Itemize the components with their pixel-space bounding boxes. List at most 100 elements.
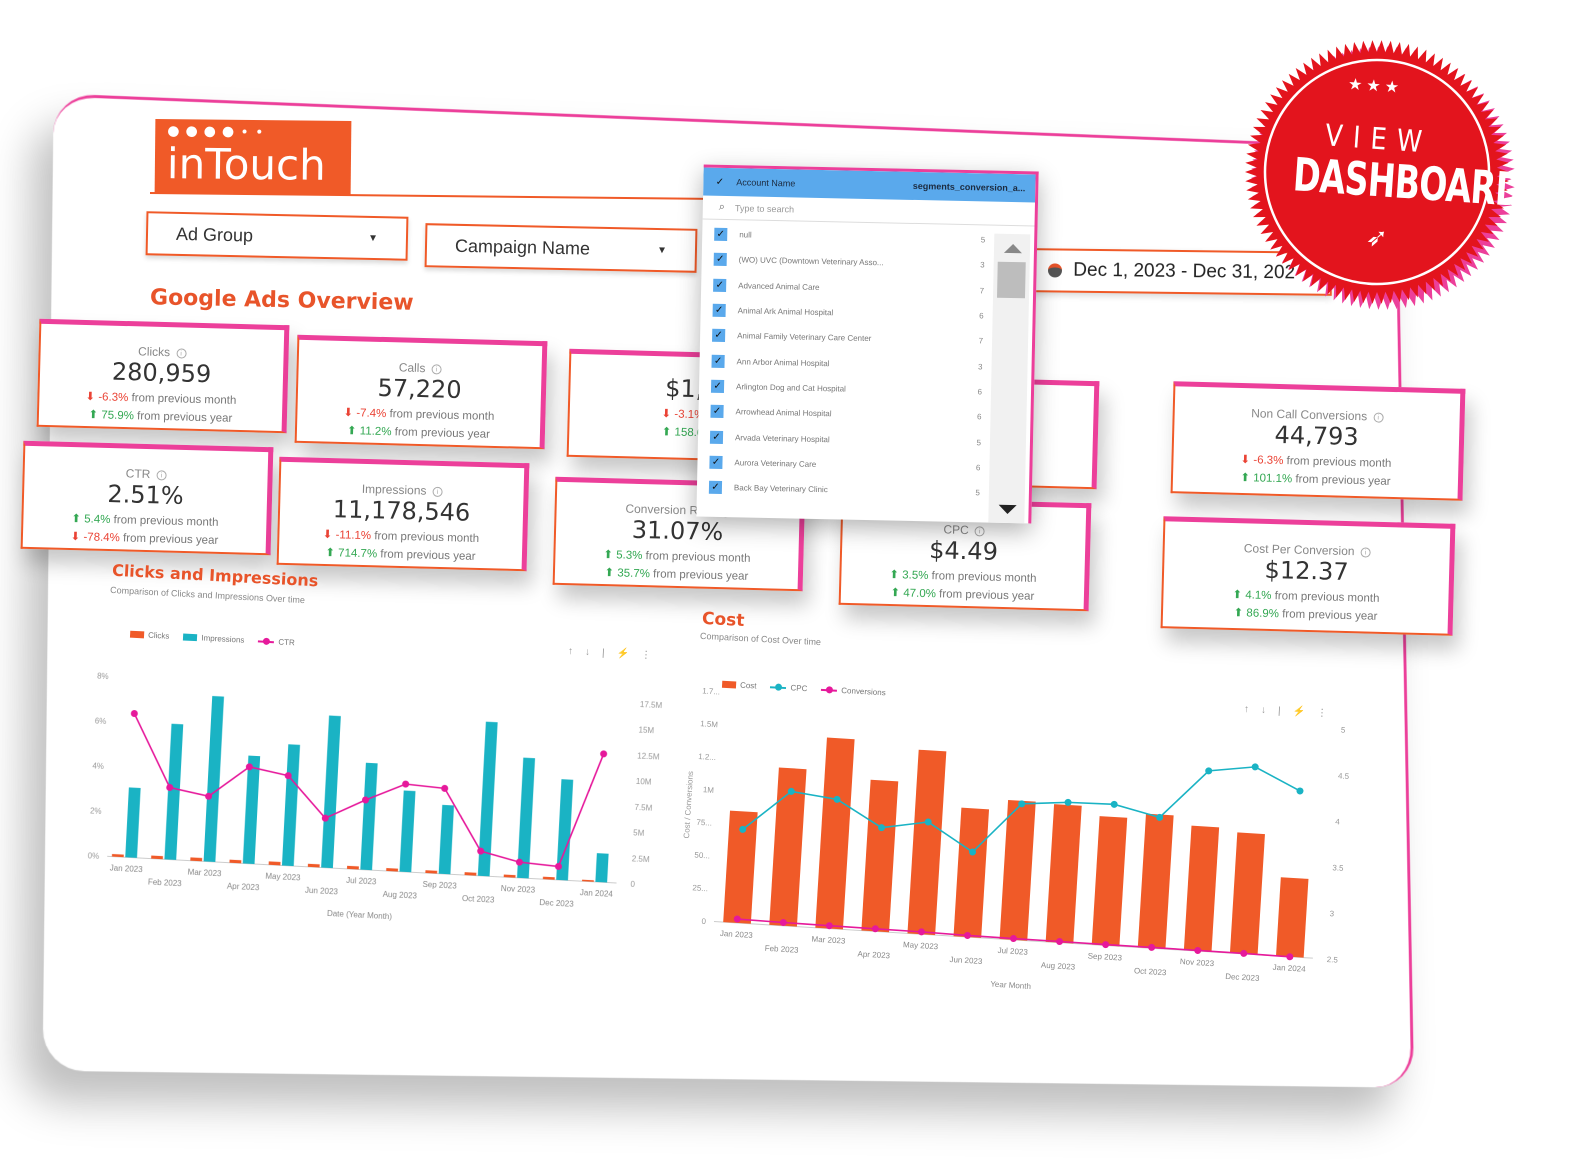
bar-cost[interactable]	[953, 807, 990, 938]
bar-impressions[interactable]	[164, 723, 184, 860]
dropdown-scrollbar[interactable]	[988, 233, 1031, 524]
metric-year-delta: ⬆ 75.9% from previous year	[88, 409, 233, 425]
y-left-tick: 0%	[87, 851, 99, 861]
metric-card: Calls i 57,220 ⬇ -7.4% from previous mont…	[294, 334, 548, 450]
more-options-icon[interactable]: ⋮	[641, 650, 652, 662]
x-tick: Dec 2023	[1225, 972, 1260, 983]
checkbox[interactable]: ✓	[711, 354, 725, 368]
bar-impressions[interactable]	[125, 787, 141, 858]
checkbox[interactable]: ✓	[708, 480, 723, 495]
ad-group-filter[interactable]: Ad Group ▼	[145, 211, 409, 261]
metric-value: 11,178,546	[332, 495, 471, 527]
info-icon[interactable]: i	[1373, 412, 1384, 423]
bar-cost[interactable]	[1229, 832, 1265, 955]
point-ctr[interactable]	[402, 780, 410, 788]
bar-impressions[interactable]	[438, 804, 455, 875]
bar-impressions[interactable]	[321, 715, 341, 869]
y-right-tick: 3.5	[1332, 863, 1344, 873]
point-ctr[interactable]	[441, 784, 449, 792]
bar-impressions[interactable]	[203, 695, 225, 862]
cost-title: Cost	[701, 608, 745, 632]
y-right-tick: 2.5	[1327, 955, 1339, 965]
campaign-name-label: Campaign Name	[454, 235, 591, 259]
bar-impressions[interactable]	[242, 755, 261, 865]
checkbox[interactable]: ✓	[709, 455, 723, 469]
point-cpc[interactable]	[1251, 763, 1259, 771]
bar-clicks[interactable]	[268, 861, 281, 866]
campaign-name-filter[interactable]: Campaign Name ▼	[424, 223, 698, 273]
metric-year-delta: ⬇ -78.4% from previous year	[70, 531, 219, 547]
point-cpc[interactable]	[1296, 787, 1304, 795]
bar-cost[interactable]	[1137, 813, 1174, 950]
metric-value: 31.07%	[631, 515, 724, 547]
checkbox[interactable]: ✓	[709, 430, 724, 444]
checkbox[interactable]: ✓	[712, 329, 726, 343]
y-right-tick: 7.5M	[634, 803, 653, 813]
y-left-tick: 1.5M	[700, 719, 719, 729]
cost-chart: 0 25... 50... 75... 1M 1.2... 1.5M 1.7... 2.5 3 3.…	[682, 686, 1350, 991]
metric-card: Clicks i 280,959 ⬇ -6.3% from previous mo…	[36, 318, 290, 434]
checkbox[interactable]: ✓	[710, 379, 725, 393]
metric-value: 2.51%	[107, 479, 185, 510]
bar-clicks[interactable]	[229, 859, 242, 864]
stars-icon: ★★★	[1347, 76, 1404, 97]
arrow-down-icon: ⬇	[70, 531, 81, 544]
bar-clicks[interactable]	[190, 857, 203, 862]
checkbox[interactable]: ✓	[712, 303, 726, 318]
y-right-tick: 10M	[636, 777, 652, 787]
sort-up-icon[interactable]: ↑	[568, 646, 574, 657]
metric-year-delta: ⬆ 714.7% from previous year	[325, 546, 476, 563]
select-all-checkbox[interactable]: ✓	[713, 175, 727, 189]
dropdown-option[interactable]: ✓ Back Bay Veterinary Clinic 5	[697, 474, 992, 505]
bar-cost[interactable]	[815, 737, 855, 930]
metric-card: Cost Per Conversion i $12.37 ⬆ 4.1% from …	[1160, 516, 1456, 636]
arrow-up-icon: ⬆	[1232, 589, 1243, 602]
info-icon[interactable]: i	[175, 348, 187, 359]
arrow-up-icon: ⬆	[889, 569, 900, 582]
checkbox[interactable]: ✓	[714, 227, 728, 242]
view-dashboard-button[interactable]: VIEW DASHBOARD	[1259, 114, 1524, 217]
bar-impressions[interactable]	[281, 744, 301, 867]
sort-down-icon[interactable]: ↓	[585, 647, 591, 658]
info-icon[interactable]: i	[1360, 547, 1371, 558]
arrow-up-icon: ⬆	[325, 546, 336, 560]
bar-impressions[interactable]	[399, 790, 416, 873]
bar-clicks[interactable]	[386, 868, 399, 872]
arrow-down-icon: ⬇	[85, 390, 96, 404]
checkbox[interactable]: ✓	[713, 253, 727, 267]
account-name-dropdown[interactable]: ✓ Account Name segments_conversion_a... …	[696, 164, 1039, 524]
bar-clicks[interactable]	[307, 863, 320, 868]
scroll-up-icon[interactable]	[1003, 243, 1023, 254]
bar-cost[interactable]	[1091, 816, 1128, 947]
bar-cost[interactable]	[1183, 825, 1220, 952]
arrow-up-icon: ⬆	[603, 549, 614, 562]
bar-clicks[interactable]	[464, 872, 477, 876]
checkbox[interactable]: ✓	[713, 278, 727, 292]
x-tick: Aug 2023	[1041, 961, 1076, 972]
bar-cost[interactable]	[1045, 804, 1082, 944]
bar-impressions[interactable]	[360, 762, 378, 871]
scroll-down-icon[interactable]	[998, 504, 1017, 515]
chevron-down-icon: ▼	[656, 244, 668, 256]
legend-ctr: CTR	[258, 636, 295, 647]
bar-clicks[interactable]	[346, 865, 359, 870]
info-icon[interactable]: i	[156, 470, 167, 481]
info-icon[interactable]: i	[432, 486, 443, 497]
bolt-icon[interactable]: ⚡	[616, 648, 629, 660]
bar-cost[interactable]	[861, 779, 899, 933]
bar-cost[interactable]	[907, 749, 947, 936]
bar-clicks[interactable]	[151, 855, 164, 860]
info-icon[interactable]: i	[431, 364, 442, 375]
point-ctr[interactable]	[130, 710, 138, 718]
point-ctr[interactable]	[600, 750, 608, 758]
point-cpc[interactable]	[1110, 800, 1118, 808]
metric-year-delta: ⬆ 11.2% from previous year	[346, 425, 491, 441]
bar-impressions[interactable]	[595, 853, 609, 883]
checkbox[interactable]: ✓	[710, 404, 724, 419]
info-icon[interactable]: i	[974, 526, 985, 537]
metric-year-delta: ⬆ 35.7% from previous year	[604, 567, 749, 583]
scroll-thumb[interactable]	[996, 261, 1026, 299]
y-right-tick: 12.5M	[637, 751, 660, 761]
x-tick: Feb 2023	[764, 944, 799, 955]
bar-cost[interactable]	[1276, 877, 1309, 958]
